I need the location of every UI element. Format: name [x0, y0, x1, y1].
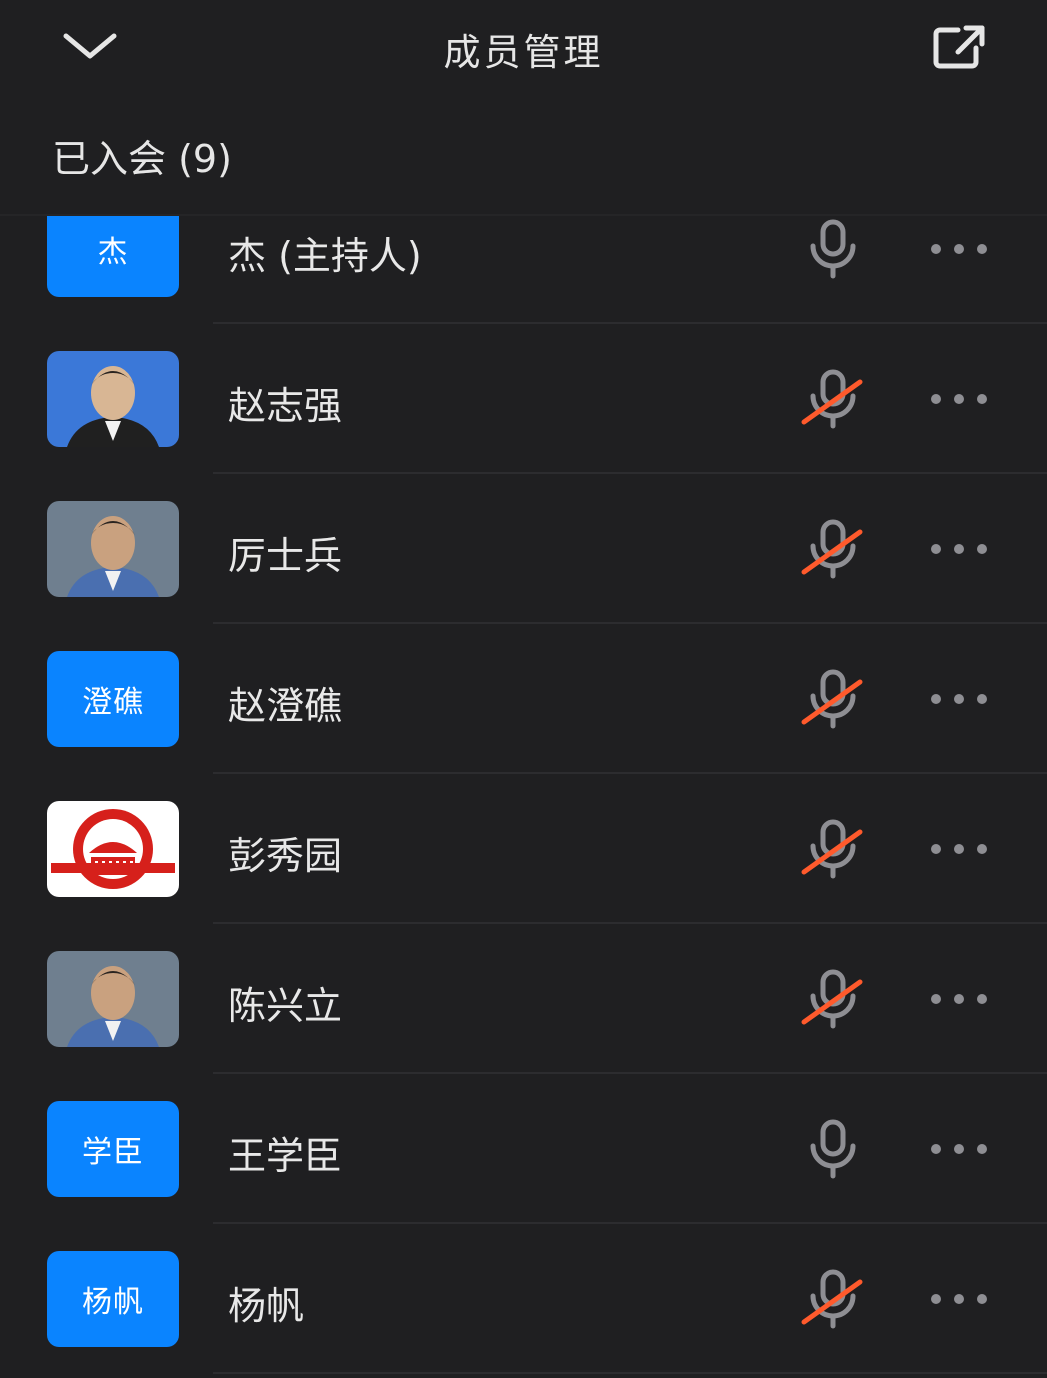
- avatar-initials: 澄礁: [82, 685, 144, 720]
- member-name: 彭秀园: [228, 834, 343, 878]
- popout-button[interactable]: [928, 20, 990, 74]
- external-link-icon: [933, 25, 985, 69]
- member-name: 陈兴立: [228, 984, 343, 1028]
- more-options-icon[interactable]: [922, 234, 996, 264]
- mic-muted-icon[interactable]: [800, 966, 866, 1032]
- mic-icon[interactable]: [800, 1116, 866, 1182]
- row-divider: [213, 1372, 1047, 1374]
- mic-muted-icon[interactable]: [800, 516, 866, 582]
- avatar: 杨帆: [47, 1251, 179, 1347]
- joined-section-title: 已入会 (9): [52, 137, 232, 181]
- member-list: 杰 杰 (主持人) 赵志强厉士兵澄礁 赵澄礁彭秀园陈兴立学臣 王学臣杨帆 杨帆: [0, 216, 1047, 1378]
- member-name: 赵志强: [228, 384, 343, 428]
- member-row[interactable]: 陈兴立: [0, 924, 1047, 1074]
- more-options-icon[interactable]: [922, 834, 996, 864]
- top-bar: 成员管理: [0, 0, 1047, 110]
- mic-muted-icon[interactable]: [800, 1266, 866, 1332]
- member-name: 厉士兵: [228, 534, 343, 578]
- avatar: 澄礁: [47, 651, 179, 747]
- photo-avatar: [47, 951, 179, 1047]
- photo-avatar: [47, 351, 179, 447]
- member-row[interactable]: 澄礁 赵澄礁: [0, 624, 1047, 774]
- more-options-icon[interactable]: [922, 384, 996, 414]
- more-options-icon[interactable]: [922, 1284, 996, 1314]
- page-title: 成员管理: [443, 31, 604, 74]
- more-options-icon[interactable]: [922, 984, 996, 1014]
- avatar: 杰: [47, 216, 179, 297]
- avatar-initials: 杨帆: [82, 1285, 144, 1320]
- member-row[interactable]: 杰 杰 (主持人): [0, 216, 1047, 324]
- member-row[interactable]: 厉士兵: [0, 474, 1047, 624]
- avatar-initials: 学臣: [82, 1135, 144, 1170]
- member-row[interactable]: 彭秀园: [0, 774, 1047, 924]
- member-name: 赵澄礁: [228, 684, 343, 728]
- member-row[interactable]: 学臣 王学臣: [0, 1074, 1047, 1224]
- logo-avatar: [47, 801, 179, 897]
- member-name: 杨帆: [228, 1284, 305, 1328]
- more-options-icon[interactable]: [922, 534, 996, 564]
- member-row[interactable]: 赵志强: [0, 324, 1047, 474]
- avatar: 学臣: [47, 1101, 179, 1197]
- member-name: 杰 (主持人): [228, 234, 422, 278]
- mic-muted-icon[interactable]: [800, 816, 866, 882]
- mic-muted-icon[interactable]: [800, 366, 866, 432]
- mic-muted-icon[interactable]: [800, 666, 866, 732]
- more-options-icon[interactable]: [922, 1134, 996, 1164]
- photo-avatar: [47, 501, 179, 597]
- mic-icon[interactable]: [800, 216, 866, 282]
- avatar-initials: 杰: [97, 235, 129, 270]
- member-row[interactable]: 杨帆 杨帆: [0, 1224, 1047, 1374]
- more-options-icon[interactable]: [922, 684, 996, 714]
- member-name: 王学臣: [228, 1134, 343, 1178]
